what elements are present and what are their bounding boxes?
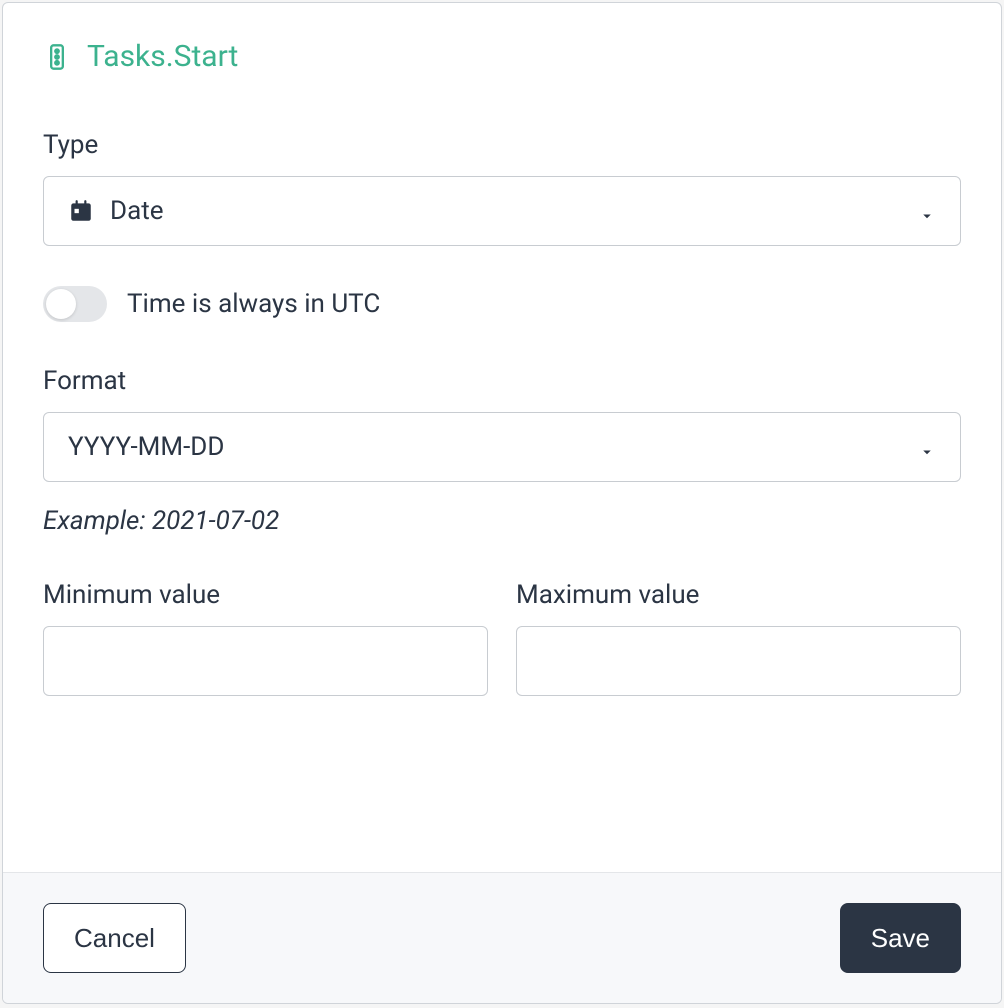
format-selected-value: YYYY-MM-DD [68, 432, 902, 462]
utc-toggle-row: Time is always in UTC [43, 286, 961, 322]
modal-footer: Cancel Save [3, 872, 1001, 1003]
format-example: Example: 2021-07-02 [43, 506, 961, 536]
max-value-group: Maximum value [516, 580, 961, 696]
utc-toggle[interactable] [43, 286, 107, 322]
min-value-input[interactable] [43, 626, 488, 696]
max-value-label: Maximum value [516, 580, 961, 610]
toggle-knob [46, 289, 76, 319]
min-max-row: Minimum value Maximum value [43, 580, 961, 696]
cancel-button-label: Cancel [74, 923, 155, 954]
type-selected-value: Date [110, 196, 902, 226]
format-select-wrapper: YYYY-MM-DD [43, 412, 961, 482]
modal-header: Tasks.Start [43, 39, 961, 74]
type-select[interactable]: Date [43, 176, 961, 246]
save-button[interactable]: Save [840, 903, 961, 973]
calendar-icon [68, 198, 94, 224]
format-select[interactable]: YYYY-MM-DD [43, 412, 961, 482]
min-value-group: Minimum value [43, 580, 488, 696]
traffic-light-icon [43, 43, 71, 71]
save-button-label: Save [871, 923, 930, 954]
type-select-wrapper: Date [43, 176, 961, 246]
modal-dialog: Tasks.Start Type Date [2, 2, 1002, 1004]
modal-body: Tasks.Start Type Date [3, 3, 1001, 872]
modal-title: Tasks.Start [87, 39, 238, 74]
type-label: Type [43, 130, 961, 160]
format-group: Format YYYY-MM-DD [43, 366, 961, 482]
type-group: Type Date [43, 130, 961, 246]
cancel-button[interactable]: Cancel [43, 903, 186, 973]
min-value-label: Minimum value [43, 580, 488, 610]
chevron-down-icon [918, 202, 936, 220]
utc-toggle-label: Time is always in UTC [127, 289, 380, 319]
format-label: Format [43, 366, 961, 396]
max-value-input[interactable] [516, 626, 961, 696]
chevron-down-icon [918, 438, 936, 456]
